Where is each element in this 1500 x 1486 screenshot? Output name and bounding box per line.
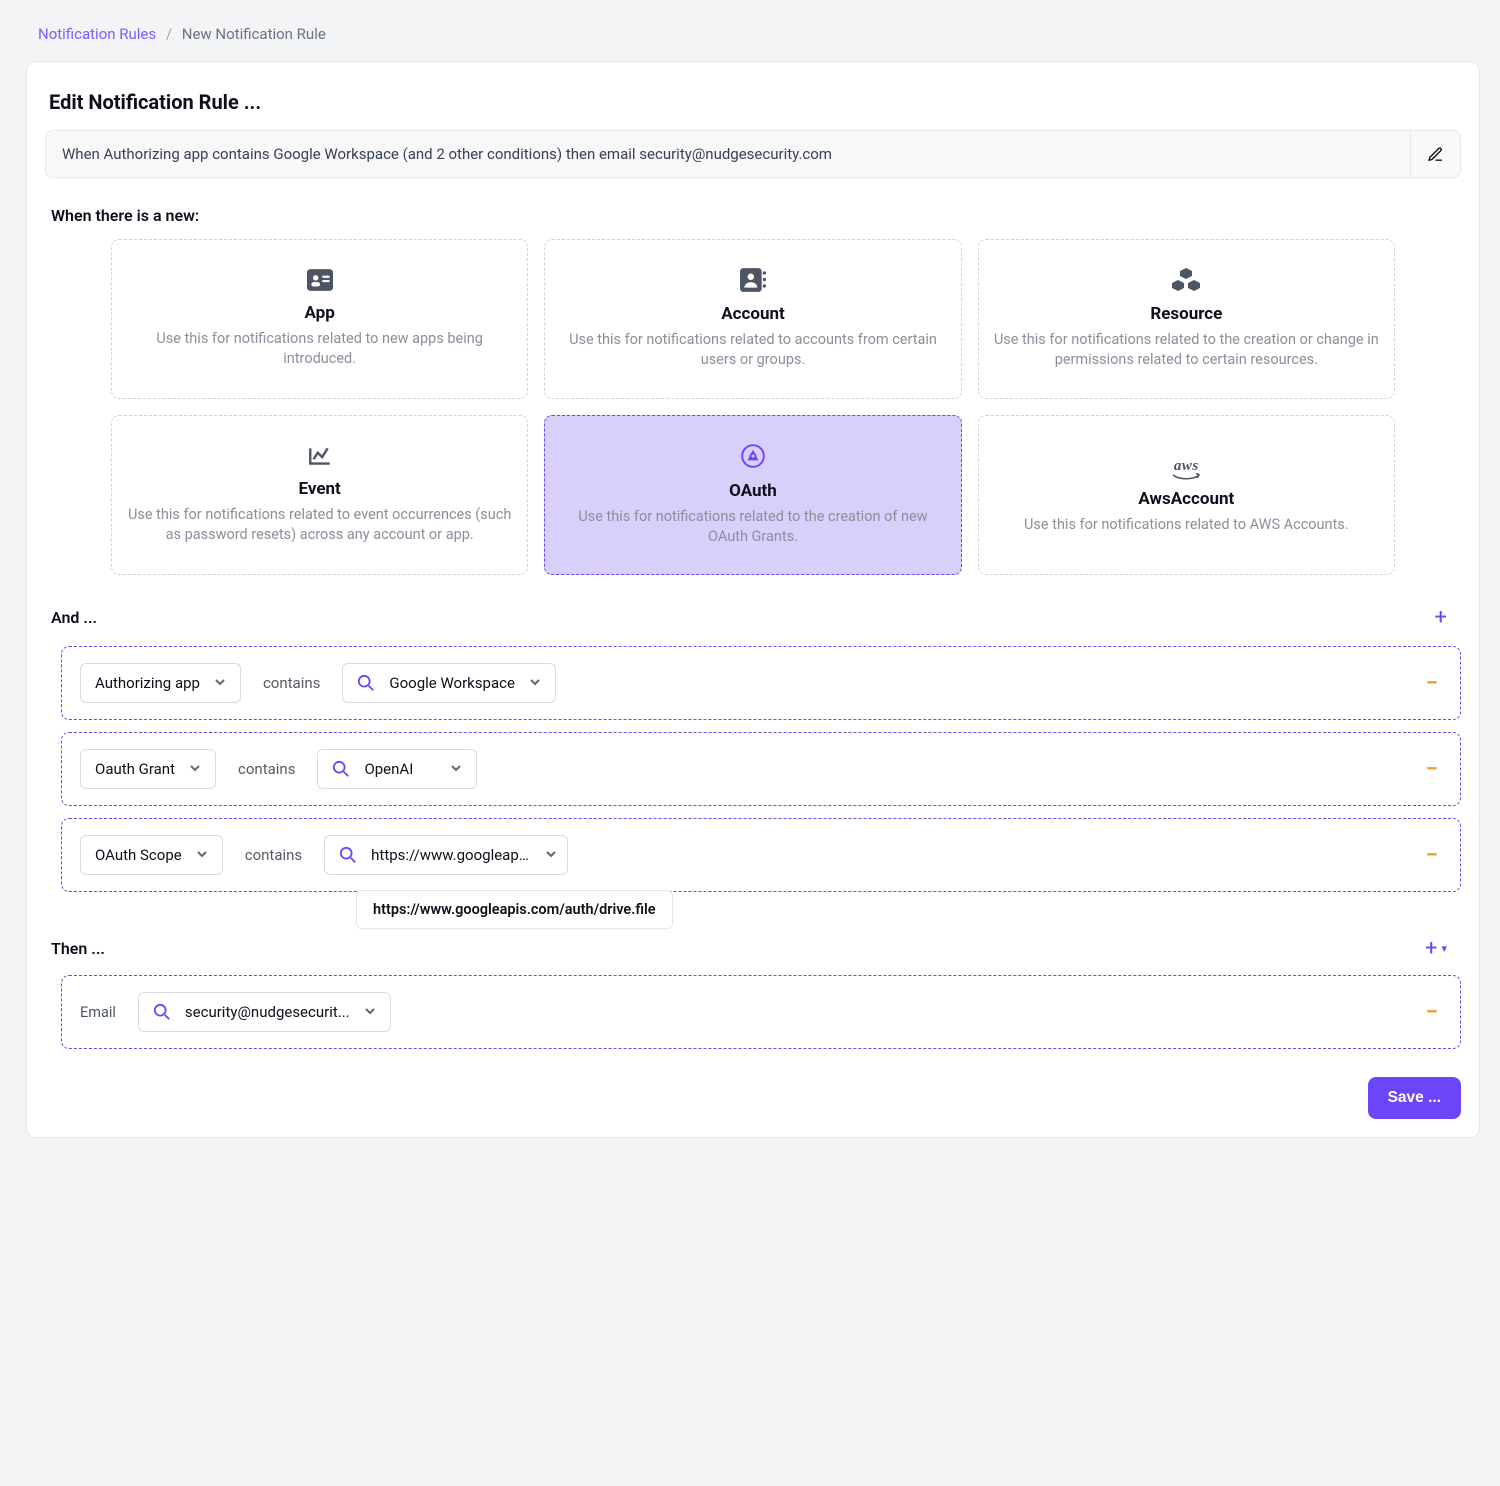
- chevron-down-icon: [529, 674, 541, 692]
- chevron-down-icon: [196, 846, 208, 864]
- field-dropdown[interactable]: Oauth Grant: [80, 749, 216, 789]
- search-icon: [339, 846, 357, 864]
- rule-summary-bar: When Authorizing app contains Google Wor…: [45, 130, 1461, 178]
- chevron-down-icon: [450, 760, 462, 778]
- breadcrumb-current: New Notification Rule: [182, 25, 326, 43]
- remove-action-button[interactable]: −: [1426, 1000, 1442, 1025]
- chevron-down-icon: [189, 760, 201, 778]
- field-dropdown[interactable]: Authorizing app: [80, 663, 241, 703]
- remove-condition-button[interactable]: −: [1426, 757, 1442, 782]
- conditions-list: Authorizing app contains Google Workspac…: [45, 646, 1461, 892]
- caret-down-icon: ▾: [1441, 942, 1447, 955]
- type-title: Resource: [1150, 304, 1222, 324]
- search-icon: [153, 1003, 171, 1021]
- chevron-down-icon: [364, 1003, 376, 1021]
- contacts-icon: [740, 268, 766, 296]
- type-desc: Use this for notifications related to ev…: [126, 505, 513, 544]
- type-desc: Use this for notifications related to ne…: [126, 329, 513, 368]
- footer: Save ...: [45, 1077, 1461, 1119]
- oauth-icon: [740, 443, 766, 473]
- type-card-app[interactable]: App Use this for notifications related t…: [111, 239, 528, 399]
- search-icon: [332, 760, 350, 778]
- operator-text: contains: [263, 674, 320, 692]
- value-text: Google Workspace: [389, 674, 515, 692]
- and-label: And ...: [51, 608, 97, 627]
- value-text: https://www.googleapis.c: [371, 846, 531, 864]
- search-icon: [357, 674, 375, 692]
- operator-text: contains: [238, 760, 295, 778]
- chart-icon: [307, 445, 333, 471]
- autocomplete-suggestion[interactable]: https://www.googleapis.com/auth/drive.fi…: [356, 890, 673, 929]
- value-text: OpenAI: [364, 760, 413, 778]
- type-card-account[interactable]: Account Use this for notifications relat…: [544, 239, 961, 399]
- type-desc: Use this for notifications related to th…: [559, 507, 946, 546]
- email-dropdown[interactable]: security@nudgesecurit...: [138, 992, 391, 1032]
- rule-editor-card: Edit Notification Rule ... When Authoriz…: [26, 61, 1480, 1138]
- edit-summary-button[interactable]: [1410, 132, 1460, 177]
- value-dropdown[interactable]: OpenAI: [317, 749, 477, 789]
- badge-icon: [307, 269, 333, 295]
- trigger-section-label: When there is a new:: [51, 206, 1461, 225]
- breadcrumb-root[interactable]: Notification Rules: [38, 25, 156, 43]
- type-card-event[interactable]: Event Use this for notifications related…: [111, 415, 528, 575]
- field-value: OAuth Scope: [95, 846, 182, 864]
- trigger-type-grid: App Use this for notifications related t…: [45, 239, 1461, 575]
- breadcrumb-sep: /: [166, 25, 172, 43]
- type-title: Event: [299, 479, 341, 499]
- action-row: Email security@nudgesecurit... −: [61, 975, 1461, 1049]
- chevron-down-icon: [545, 846, 557, 864]
- remove-condition-button[interactable]: −: [1426, 671, 1442, 696]
- condition-row: OAuth Scope contains https://www.googlea…: [61, 818, 1461, 892]
- type-card-resource[interactable]: Resource Use this for notifications rela…: [978, 239, 1395, 399]
- aws-icon: aws: [1171, 456, 1201, 481]
- add-action-button[interactable]: +▾: [1411, 936, 1461, 961]
- page-title: Edit Notification Rule ...: [49, 90, 1461, 114]
- field-value: Oauth Grant: [95, 760, 175, 778]
- type-title: OAuth: [729, 481, 777, 501]
- type-desc: Use this for notifications related to AW…: [1024, 515, 1349, 535]
- and-section-header: And ... +: [45, 605, 1461, 630]
- then-section-header: Then ... +▾: [45, 936, 1461, 961]
- condition-row: Authorizing app contains Google Workspac…: [61, 646, 1461, 720]
- breadcrumb: Notification Rules / New Notification Ru…: [38, 25, 1480, 43]
- type-card-awsaccount[interactable]: aws AwsAccount Use this for notification…: [978, 415, 1395, 575]
- then-label: Then ...: [51, 939, 105, 958]
- remove-condition-button[interactable]: −: [1426, 843, 1442, 868]
- add-condition-button[interactable]: +: [1421, 605, 1461, 630]
- boxes-icon: [1172, 268, 1200, 296]
- field-dropdown[interactable]: OAuth Scope: [80, 835, 223, 875]
- type-title: App: [305, 303, 335, 323]
- value-dropdown[interactable]: https://www.googleapis.c: [324, 835, 568, 875]
- type-title: AwsAccount: [1138, 489, 1234, 509]
- value-dropdown[interactable]: Google Workspace: [342, 663, 556, 703]
- field-value: Authorizing app: [95, 674, 200, 692]
- edit-icon: [1427, 146, 1444, 163]
- operator-text: contains: [245, 846, 302, 864]
- type-desc: Use this for notifications related to th…: [993, 330, 1380, 369]
- rule-summary-text: When Authorizing app contains Google Wor…: [46, 131, 1410, 177]
- action-type-label: Email: [80, 1004, 116, 1021]
- type-desc: Use this for notifications related to ac…: [559, 330, 946, 369]
- save-button[interactable]: Save ...: [1368, 1077, 1461, 1119]
- email-value: security@nudgesecurit...: [185, 1003, 350, 1021]
- type-title: Account: [721, 304, 785, 324]
- type-card-oauth[interactable]: OAuth Use this for notifications related…: [544, 415, 961, 575]
- condition-row: Oauth Grant contains OpenAI −: [61, 732, 1461, 806]
- chevron-down-icon: [214, 674, 226, 692]
